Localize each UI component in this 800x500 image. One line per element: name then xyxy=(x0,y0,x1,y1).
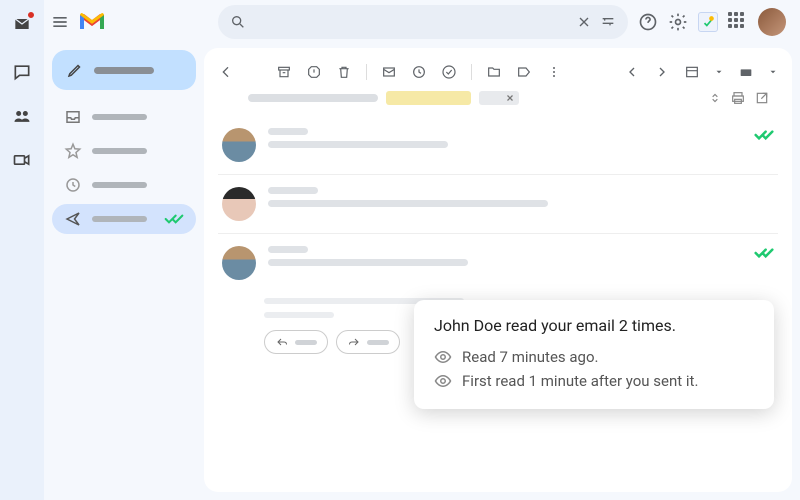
search-options-icon[interactable] xyxy=(600,14,616,30)
read-receipt-icon[interactable] xyxy=(754,246,774,260)
message-body xyxy=(268,187,774,207)
subject-text xyxy=(248,94,378,102)
topbar-left xyxy=(44,0,204,44)
compose-label xyxy=(94,67,154,74)
subject-row xyxy=(218,86,778,116)
input-tools-icon[interactable] xyxy=(738,64,754,80)
content-panel: John Doe read your email 2 times. Read 7… xyxy=(204,48,792,492)
sender-avatar xyxy=(222,128,256,162)
sender-name xyxy=(268,246,308,253)
sidebar-item-snoozed[interactable] xyxy=(52,170,196,200)
message-body xyxy=(268,246,742,266)
popup-title: John Doe read your email 2 times. xyxy=(434,316,754,335)
sidebar-item-label xyxy=(92,148,147,154)
sender-avatar xyxy=(222,187,256,221)
sidebar-item-sent[interactable] xyxy=(52,204,196,234)
rail-meet-icon[interactable] xyxy=(12,150,32,170)
add-task-icon[interactable] xyxy=(441,64,457,80)
message-snippet xyxy=(268,259,468,266)
sender-name xyxy=(268,128,308,135)
sidebar-item-inbox[interactable] xyxy=(52,102,196,132)
chevron-down-icon[interactable] xyxy=(768,64,778,80)
label-icon[interactable] xyxy=(516,64,532,80)
eye-icon xyxy=(434,372,452,390)
sidebar xyxy=(44,0,204,500)
message-row[interactable] xyxy=(218,174,778,233)
reply-label xyxy=(295,340,317,345)
sidebar-item-starred[interactable] xyxy=(52,136,196,166)
new-window-icon[interactable] xyxy=(754,90,770,106)
message-snippet xyxy=(268,200,548,207)
popup-line: First read 1 minute after you sent it. xyxy=(462,372,698,390)
gmail-logo-icon xyxy=(78,12,106,32)
message-row[interactable] xyxy=(218,233,778,292)
sender-name xyxy=(268,187,318,194)
apps-icon[interactable] xyxy=(728,12,748,32)
more-icon[interactable] xyxy=(546,64,562,80)
rail-spaces-icon[interactable] xyxy=(12,106,32,126)
forward-label xyxy=(367,340,389,345)
label-chip[interactable] xyxy=(479,91,519,105)
clock-icon xyxy=(64,176,82,194)
reply-button[interactable] xyxy=(264,330,328,354)
read-receipt-icon[interactable] xyxy=(754,128,774,142)
pencil-icon xyxy=(66,61,84,79)
read-receipt-icon xyxy=(164,212,184,226)
print-icon[interactable] xyxy=(730,90,746,106)
help-icon[interactable] xyxy=(638,12,658,32)
split-pane-icon[interactable] xyxy=(684,64,700,80)
newer-icon[interactable] xyxy=(654,64,670,80)
compose-button[interactable] xyxy=(52,50,196,90)
rail-mail-badge xyxy=(26,10,36,20)
search-icon xyxy=(230,14,246,30)
reply-icon xyxy=(275,336,289,348)
popup-row: Read 7 minutes ago. xyxy=(434,345,754,369)
sent-icon xyxy=(64,210,82,228)
forward-button[interactable] xyxy=(336,330,400,354)
message-row[interactable] xyxy=(218,116,778,174)
popup-line: Read 7 minutes ago. xyxy=(462,348,598,366)
move-icon[interactable] xyxy=(486,64,502,80)
eye-icon xyxy=(434,348,452,366)
older-icon[interactable] xyxy=(624,64,640,80)
archive-icon[interactable] xyxy=(276,64,292,80)
inbox-icon xyxy=(64,108,82,126)
star-icon xyxy=(64,142,82,160)
popup-row: First read 1 minute after you sent it. xyxy=(434,369,754,393)
main-area: John Doe read your email 2 times. Read 7… xyxy=(204,0,800,500)
content-line xyxy=(264,312,334,318)
clear-icon[interactable] xyxy=(576,14,592,30)
chevron-down-icon[interactable] xyxy=(714,64,724,80)
spam-icon[interactable] xyxy=(306,64,322,80)
forward-icon xyxy=(347,336,361,348)
menu-icon[interactable] xyxy=(50,12,70,32)
back-icon[interactable] xyxy=(218,64,234,80)
sidebar-item-label xyxy=(92,182,147,188)
account-avatar[interactable] xyxy=(758,8,786,36)
read-receipt-popup: John Doe read your email 2 times. Read 7… xyxy=(414,300,774,409)
sidebar-item-label xyxy=(92,114,147,120)
settings-icon[interactable] xyxy=(668,12,688,32)
expand-icon[interactable] xyxy=(708,91,722,105)
header xyxy=(204,0,800,44)
message-toolbar xyxy=(218,58,778,86)
thread: John Doe read your email 2 times. Read 7… xyxy=(218,116,778,482)
app-root: John Doe read your email 2 times. Read 7… xyxy=(0,0,800,500)
mark-unread-icon[interactable] xyxy=(381,64,397,80)
sender-avatar xyxy=(222,246,256,280)
message-body xyxy=(268,128,742,148)
app-rail xyxy=(0,0,44,500)
rail-mail-icon[interactable] xyxy=(12,14,32,34)
message-snippet xyxy=(268,141,448,148)
label-chip[interactable] xyxy=(386,91,471,105)
snooze-icon[interactable] xyxy=(411,64,427,80)
extensions-icon[interactable] xyxy=(698,12,718,32)
delete-icon[interactable] xyxy=(336,64,352,80)
rail-chat-icon[interactable] xyxy=(12,62,32,82)
sidebar-item-label xyxy=(92,216,147,222)
search-input[interactable] xyxy=(218,5,628,39)
